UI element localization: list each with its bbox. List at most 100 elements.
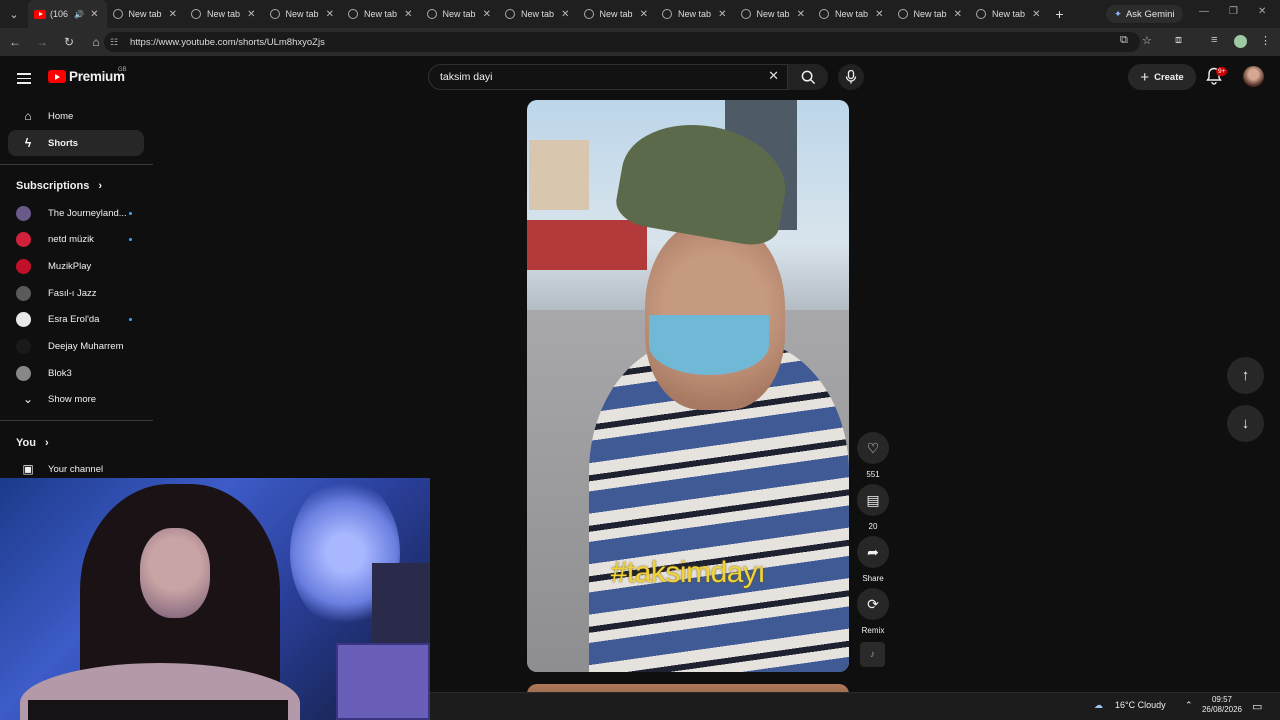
extensions-icon[interactable]: ⧈	[1175, 34, 1182, 47]
subscription-item[interactable]: Fasıl-ı Jazz	[16, 282, 144, 304]
sidebar-item-shorts[interactable]: ϟ Shorts	[8, 130, 144, 156]
like-action[interactable]: ♡ 551	[857, 432, 889, 479]
subscription-item[interactable]: MuzikPlay	[16, 255, 144, 277]
new-content-dot	[129, 211, 132, 215]
globe-icon	[269, 9, 280, 19]
remix-action[interactable]: ⟳ Remix	[857, 588, 889, 635]
share-action[interactable]: ➦ Share	[857, 536, 889, 583]
next-short-button[interactable]: ↓	[1227, 405, 1264, 442]
browser-tab-strip: ⌄ (106 🔊 ✕ New tab ✕ New tab ✕ New tab ✕ New tab ✕…	[0, 0, 1280, 28]
previous-short-button[interactable]: ↑	[1227, 357, 1264, 394]
profile-avatar-icon[interactable]	[1234, 35, 1247, 48]
browser-menu-icon[interactable]: ⋮	[1260, 34, 1271, 47]
you-header[interactable]: You ›	[16, 437, 49, 449]
streamer-face	[140, 528, 210, 618]
cloud-weather-icon[interactable]: ☁	[1094, 700, 1103, 711]
search-button[interactable]	[788, 64, 828, 90]
sidebar-item-home[interactable]: ⌂ Home	[8, 103, 144, 129]
remix-icon[interactable]: ⟳	[857, 588, 889, 620]
globe-icon	[191, 9, 201, 19]
subscription-item[interactable]: Esra Erol'da	[16, 309, 144, 331]
bookmark-star-icon[interactable]: ☆	[1142, 34, 1152, 47]
subscription-item[interactable]: The Journeyland...	[16, 202, 144, 224]
browser-tab[interactable]: New tab ✕	[970, 0, 1049, 28]
tab-search-chevron-icon[interactable]: ⌄	[0, 0, 28, 28]
browser-tab[interactable]: New tab ✕	[656, 0, 735, 28]
browser-tab[interactable]: New tab ✕	[421, 0, 500, 28]
browser-tab[interactable]: (106 🔊 ✕	[28, 0, 107, 28]
show-more-label: Show more	[48, 393, 97, 405]
comment-action[interactable]: ▤ 20	[857, 484, 889, 531]
browser-tab[interactable]: New tab ✕	[342, 0, 421, 28]
browser-tab[interactable]: New tab ✕	[264, 0, 343, 28]
close-tab-icon[interactable]: ✕	[247, 9, 255, 20]
close-tab-icon[interactable]: ✕	[90, 9, 98, 20]
new-content-dot	[129, 318, 132, 322]
forward-icon[interactable]: →	[30, 35, 54, 49]
close-tab-icon[interactable]: ✕	[797, 9, 805, 20]
sound-thumbnail[interactable]: ♪	[860, 642, 885, 667]
minimize-icon[interactable]: —	[1199, 6, 1209, 17]
channel-name: MuzikPlay	[48, 260, 92, 272]
browser-tab[interactable]: New tab ✕	[578, 0, 657, 28]
cast-icon[interactable]: ⧉	[1120, 34, 1128, 47]
close-tab-icon[interactable]: ✕	[954, 9, 962, 20]
close-window-icon[interactable]: ✕	[1258, 6, 1266, 17]
share-icon[interactable]: ➦	[857, 536, 889, 568]
sidebar-shorts-label: Shorts	[48, 137, 79, 149]
browser-tab[interactable]: New tab ✕	[185, 0, 264, 28]
arrow-down-icon: ↓	[1241, 415, 1250, 432]
face-mask	[649, 315, 769, 375]
channel-avatar	[16, 285, 31, 301]
short-video-player[interactable]: #taksimdayı	[527, 100, 849, 672]
browser-tab[interactable]: New tab ✕	[499, 0, 578, 28]
new-tab-button[interactable]: +	[1049, 6, 1071, 22]
create-button[interactable]: + Create	[1128, 64, 1196, 90]
restore-icon[interactable]: ❐	[1229, 6, 1238, 17]
globe-icon	[897, 9, 908, 19]
like-heart-icon[interactable]: ♡	[857, 432, 889, 464]
search-input[interactable]: taksim dayi ✕	[428, 64, 788, 90]
site-info-icon[interactable]: ☷	[110, 37, 124, 48]
subscription-item[interactable]: netd müzik	[16, 229, 144, 251]
close-tab-icon[interactable]: ✕	[640, 9, 648, 20]
show-more-button[interactable]: ⌄ Show more	[8, 386, 144, 412]
tab-title: New tab	[207, 9, 241, 19]
system-clock[interactable]: 09:57 26/08/2026	[1200, 695, 1244, 715]
comment-icon[interactable]: ▤	[857, 484, 889, 516]
browser-tab[interactable]: New tab ✕	[107, 0, 186, 28]
close-tab-icon[interactable]: ✕	[718, 9, 726, 20]
close-tab-icon[interactable]: ✕	[875, 9, 883, 20]
close-tab-icon[interactable]: ✕	[404, 9, 412, 20]
ask-gemini-button[interactable]: ✦ Ask Gemini	[1106, 5, 1183, 23]
weather-text[interactable]: 16°C Cloudy	[1115, 700, 1166, 710]
close-tab-icon[interactable]: ✕	[169, 9, 177, 20]
tab-title: New tab	[913, 9, 947, 19]
channel-name: Fasıl-ı Jazz	[48, 287, 97, 299]
reload-icon[interactable]: ↻	[57, 35, 81, 49]
close-tab-icon[interactable]: ✕	[561, 9, 569, 20]
back-icon[interactable]: ←	[3, 35, 27, 49]
media-controls-icon[interactable]: ≡	[1211, 34, 1217, 46]
clear-search-icon[interactable]: ✕	[768, 68, 779, 84]
browser-tab[interactable]: New tab ✕	[813, 0, 892, 28]
account-avatar[interactable]	[1243, 66, 1264, 87]
close-tab-icon[interactable]: ✕	[483, 9, 491, 20]
wall-poster	[372, 563, 430, 643]
browser-tab[interactable]: New tab ✕	[735, 0, 814, 28]
notification-count-badge: 9+	[1216, 67, 1228, 76]
speaker-icon[interactable]: 🔊	[74, 10, 84, 19]
hamburger-menu-icon[interactable]	[17, 70, 31, 87]
youtube-premium-logo[interactable]: Premium GB	[48, 67, 127, 84]
voice-search-button[interactable]	[838, 64, 864, 90]
you-header-label: You	[16, 437, 36, 449]
url-field[interactable]: ☷ https://www.youtube.com/shorts/ULm8hxy…	[104, 32, 1140, 52]
subscriptions-header[interactable]: Subscriptions ›	[16, 180, 102, 192]
notification-center-icon[interactable]: ▭	[1252, 700, 1262, 713]
tray-chevron-up-icon[interactable]: ⌃	[1185, 700, 1193, 711]
browser-tab[interactable]: New tab ✕	[892, 0, 971, 28]
subscription-item[interactable]: Deejay Muharrem	[16, 336, 144, 358]
close-tab-icon[interactable]: ✕	[326, 9, 334, 20]
subscription-item[interactable]: Blok3	[16, 362, 144, 384]
close-tab-icon[interactable]: ✕	[1032, 9, 1040, 20]
